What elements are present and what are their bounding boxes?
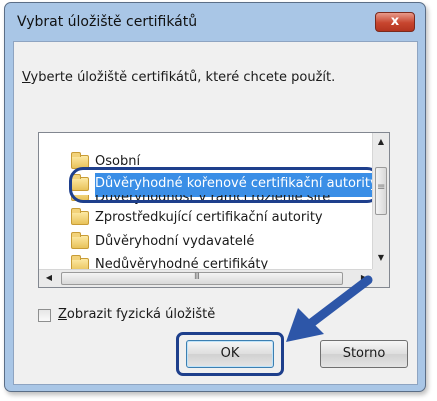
folder-icon xyxy=(71,255,89,269)
vertical-scrollbar[interactable]: ▲ ▼ xyxy=(372,133,389,269)
tree-item-personal[interactable]: Osobní xyxy=(53,151,372,175)
select-certificate-store-dialog: Vybrat úložiště certifikátů x Vyberte úl… xyxy=(4,2,426,392)
pointer-arrow-icon xyxy=(286,275,373,342)
folder-icon xyxy=(71,174,89,191)
show-physical-stores-checkbox[interactable] xyxy=(38,309,51,322)
scroll-up-icon[interactable]: ▲ xyxy=(376,137,386,149)
folder-icon xyxy=(71,152,89,169)
tree-item-intermediate[interactable]: Zprostředkující certifikační autority xyxy=(53,207,372,231)
scroll-left-icon[interactable]: ◀ xyxy=(43,273,55,285)
close-icon: x xyxy=(390,14,400,29)
store-tree: Osobní Důvěryhodné kořenové certifikační… xyxy=(39,133,372,269)
show-physical-stores-label[interactable]: Zobrazit fyzická úložiště xyxy=(58,307,215,322)
tree-item-trusted-publishers[interactable]: Důvěryhodní vydavatelé xyxy=(53,231,372,255)
folder-icon xyxy=(71,195,89,201)
ok-button[interactable]: OK xyxy=(186,340,274,368)
folder-icon xyxy=(71,232,89,249)
dialog-title: Vybrat úložiště certifikátů xyxy=(17,14,198,30)
instruction-text: Vyberte úložiště certifikátů, které chce… xyxy=(22,70,336,85)
dialog-body: Vyberte úložiště certifikátů, které chce… xyxy=(13,41,418,385)
certificate-store-list[interactable]: Osobní Důvěryhodné kořenové certifikační… xyxy=(38,132,390,288)
cancel-button[interactable]: Storno xyxy=(320,340,408,368)
vertical-scroll-thumb[interactable] xyxy=(375,167,387,215)
tree-item-untrusted[interactable]: Nedůvěryhodné certifikáty xyxy=(53,254,372,269)
scroll-down-icon[interactable]: ▼ xyxy=(376,253,386,265)
tree-item-trusted-root[interactable]: Důvěryhodné kořenové certifikační autori… xyxy=(53,173,372,197)
close-button[interactable]: x xyxy=(375,12,415,32)
folder-icon xyxy=(71,208,89,225)
title-bar[interactable]: Vybrat úložiště certifikátů x xyxy=(5,3,425,41)
